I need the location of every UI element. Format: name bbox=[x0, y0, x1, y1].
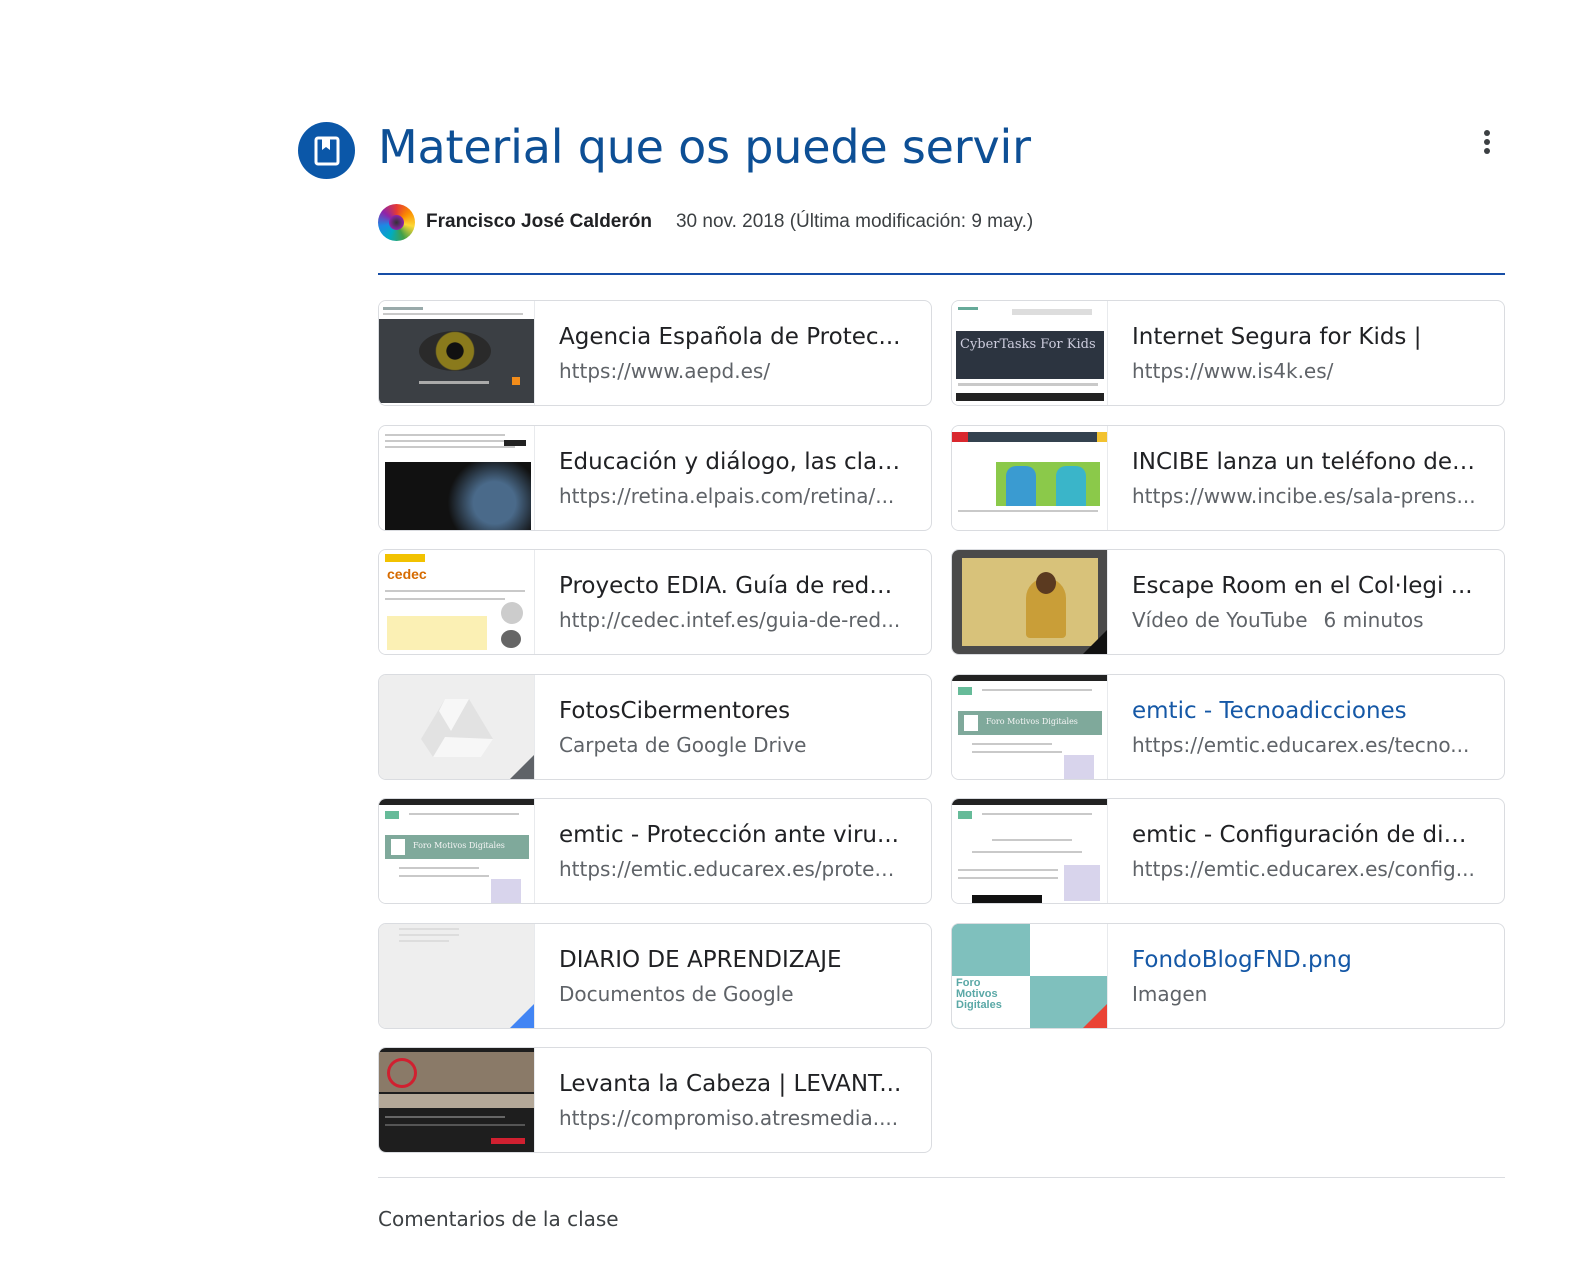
more-vert-icon bbox=[1484, 130, 1490, 154]
material-title[interactable]: Educación y diálogo, las clav... bbox=[559, 449, 904, 475]
material-subtitle-text: https://compromiso.atresmedia.... bbox=[559, 1106, 899, 1130]
material-subtitle: http://cedec.intef.es/guia-de-red... bbox=[559, 608, 904, 632]
author-row: Francisco José Calderón 30 nov. 2018 (Úl… bbox=[378, 203, 1033, 241]
material-thumbnail: Foro Motivos Digitales Foro Motivos bbox=[952, 923, 1108, 1028]
material-thumbnail: Foro Motivos Digitales bbox=[952, 674, 1108, 779]
material-card[interactable]: emtic - Configuración de dis... https://e… bbox=[951, 798, 1505, 904]
material-thumbnail bbox=[379, 1048, 535, 1152]
material-card[interactable]: Levanta la Cabeza | LEVANT... https://com… bbox=[378, 1047, 932, 1153]
material-subtitle-text: https://emtic.educarex.es/config... bbox=[1132, 857, 1475, 881]
page-title: Material que os puede servir bbox=[378, 120, 1031, 174]
material-subtitle: Vídeo de YouTube 6 minutos bbox=[1132, 608, 1477, 632]
material-subtitle: https://emtic.educarex.es/config... bbox=[1132, 857, 1477, 881]
material-card[interactable]: FotosCibermentores Carpeta de Google Driv… bbox=[378, 673, 932, 780]
material-title[interactable]: Levanta la Cabeza | LEVANT... bbox=[559, 1071, 904, 1097]
material-subtitle: https://www.aepd.es/ bbox=[559, 359, 904, 383]
material-subtitle-text: Imagen bbox=[1132, 981, 1208, 1006]
page-fold-icon bbox=[1083, 1003, 1107, 1028]
material-card[interactable]: Foro Motivos Digitales emtic - Protección… bbox=[378, 798, 932, 904]
material-title[interactable]: Escape Room en el Col·legi ... bbox=[1132, 573, 1477, 599]
material-subtitle-text: https://retina.elpais.com/retina/... bbox=[559, 483, 895, 508]
material-title[interactable]: Agencia Española de Protec... bbox=[559, 324, 904, 350]
page-fold-icon bbox=[510, 1003, 534, 1028]
class-comments-label[interactable]: Comentarios de la clase bbox=[378, 1207, 619, 1231]
bookmark-icon bbox=[314, 136, 339, 165]
material-thumbnail bbox=[952, 799, 1108, 903]
material-title[interactable]: DIARIO DE APRENDIZAJE bbox=[559, 947, 904, 973]
material-thumbnail: CyberTasks For Kids bbox=[952, 301, 1108, 405]
material-thumbnail: cedec bbox=[379, 550, 535, 654]
material-subtitle: https://emtic.educarex.es/protec... bbox=[559, 857, 904, 881]
material-subtitle: Carpeta de Google Drive bbox=[559, 733, 904, 757]
assignment-material-icon bbox=[298, 122, 355, 179]
material-thumbnail bbox=[379, 923, 535, 1028]
material-card[interactable]: INCIBE lanza un teléfono de ... https://w… bbox=[951, 424, 1505, 531]
material-subtitle-text: https://emtic.educarex.es/protec... bbox=[559, 857, 904, 881]
material-card[interactable]: Escape Room en el Col·legi ... Vídeo de Y… bbox=[951, 549, 1505, 655]
material-subtitle-text: https://www.aepd.es/ bbox=[559, 359, 771, 383]
material-subtitle: https://compromiso.atresmedia.... bbox=[559, 1106, 904, 1130]
page-fold-icon bbox=[1083, 630, 1107, 654]
material-thumbnail bbox=[379, 674, 535, 779]
material-subtitle-text: https://www.is4k.es/ bbox=[1132, 359, 1334, 383]
material-card[interactable]: CyberTasks For Kids Internet Segura for K… bbox=[951, 300, 1505, 406]
material-card[interactable]: Foro Motivos Digitales Foro Motivos FondoBlog… bbox=[951, 922, 1505, 1029]
page-fold-icon bbox=[510, 754, 534, 779]
material-card[interactable]: Educación y diálogo, las clav... https://… bbox=[378, 424, 932, 531]
material-title[interactable]: INCIBE lanza un teléfono de ... bbox=[1132, 449, 1477, 475]
material-subtitle-text: Vídeo de YouTube bbox=[1132, 608, 1308, 632]
material-title[interactable]: Proyecto EDIA. Guía de rede... bbox=[559, 573, 904, 599]
header-divider bbox=[378, 273, 1505, 275]
material-thumbnail bbox=[379, 425, 535, 530]
material-card[interactable]: cedec Proyecto EDIA. Guía de rede... http:… bbox=[378, 549, 932, 655]
material-card[interactable]: Agencia Española de Protec... https://www… bbox=[378, 300, 932, 406]
material-subtitle: Imagen bbox=[1132, 982, 1477, 1006]
material-subtitle: https://www.incibe.es/sala-prens... bbox=[1132, 484, 1477, 508]
video-duration: 6 minutos bbox=[1323, 608, 1424, 632]
material-thumbnail: Foro Motivos Digitales bbox=[379, 799, 535, 903]
author-name: Francisco José Calderón bbox=[426, 211, 652, 232]
material-title[interactable]: Internet Segura for Kids | bbox=[1132, 324, 1477, 350]
material-card[interactable]: Foro Motivos Digitales emtic - Tecnoadicc… bbox=[951, 673, 1505, 780]
material-thumbnail bbox=[952, 425, 1108, 530]
material-subtitle-text: Documentos de Google bbox=[559, 981, 794, 1006]
material-subtitle-text: https://emtic.educarex.es/tecno... bbox=[1132, 732, 1470, 757]
material-subtitle-text: Carpeta de Google Drive bbox=[559, 732, 807, 757]
material-title[interactable]: FotosCibermentores bbox=[559, 698, 904, 724]
material-thumbnail bbox=[379, 301, 535, 405]
more-options-button[interactable] bbox=[1470, 122, 1504, 162]
material-title[interactable]: emtic - Tecnoadicciones bbox=[1132, 698, 1477, 724]
material-subtitle-text: https://www.incibe.es/sala-prens... bbox=[1132, 483, 1476, 508]
avatar bbox=[378, 203, 415, 241]
material-thumbnail bbox=[952, 550, 1108, 654]
material-title[interactable]: FondoBlogFND.png bbox=[1132, 947, 1477, 973]
post-date: 30 nov. 2018 (Última modificación: 9 may… bbox=[675, 211, 1034, 232]
material-title[interactable]: emtic - Configuración de dis... bbox=[1132, 822, 1477, 848]
material-subtitle-text: http://cedec.intef.es/guia-de-red... bbox=[559, 608, 901, 632]
comments-divider bbox=[378, 1177, 1505, 1178]
material-subtitle: https://retina.elpais.com/retina/... bbox=[559, 484, 904, 508]
material-subtitle: https://www.is4k.es/ bbox=[1132, 359, 1477, 383]
material-subtitle: https://emtic.educarex.es/tecno... bbox=[1132, 733, 1477, 757]
material-subtitle: Documentos de Google bbox=[559, 982, 904, 1006]
material-title[interactable]: emtic - Protección ante viru... bbox=[559, 822, 904, 848]
material-card[interactable]: DIARIO DE APRENDIZAJE Documentos de Googl… bbox=[378, 922, 932, 1029]
